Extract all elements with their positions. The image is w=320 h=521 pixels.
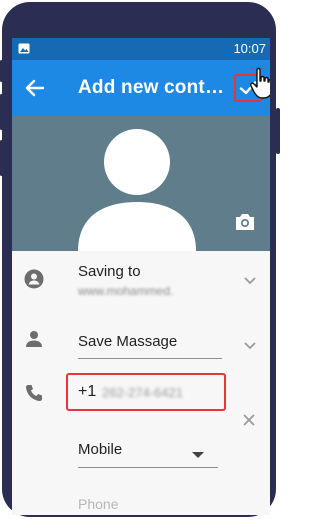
phone-icon [26,385,42,401]
phone-number-value: 262-274-6421 [102,385,183,400]
phone-placeholder[interactable]: Phone [78,496,118,512]
pointer-hand-icon [250,66,270,99]
dropdown-arrow-icon[interactable] [192,452,204,458]
phone-type-underline [78,467,218,468]
phone-side-button [276,108,280,154]
page-title: Add new cont… [78,77,225,98]
phone-side-button [0,140,3,176]
contact-form: Saving to www.mohammed. Save Massage +1 … [12,251,270,515]
close-icon[interactable] [242,413,256,427]
chevron-down-icon[interactable] [243,276,257,286]
status-time: 10:07 [233,41,266,56]
app-toolbar: Add new cont… [12,60,270,116]
phone-side-button [0,94,3,130]
status-bar: 10:07 [12,38,270,60]
phone-type-select[interactable]: Mobile [78,441,122,458]
phone-side-button [0,60,3,82]
phone-screen: 10:07 Add new cont… Saving to www.mohamm… [12,38,270,515]
contact-photo-area[interactable] [12,116,270,251]
camera-icon[interactable] [234,212,256,232]
saving-to-account[interactable]: www.mohammed. [78,284,173,298]
saving-to-label: Saving to [78,263,141,280]
phone-number-input[interactable]: +1 262-274-6421 [66,373,226,411]
name-field-underline [78,358,222,359]
image-icon [18,43,30,54]
phone-prefix: +1 [78,383,97,400]
chevron-down-icon[interactable] [243,341,257,351]
name-field[interactable]: Save Massage [78,333,177,350]
account-circle-icon [24,269,44,289]
person-silhouette-icon [78,129,196,251]
arrow-left-icon[interactable] [24,77,46,99]
person-icon [26,331,42,347]
